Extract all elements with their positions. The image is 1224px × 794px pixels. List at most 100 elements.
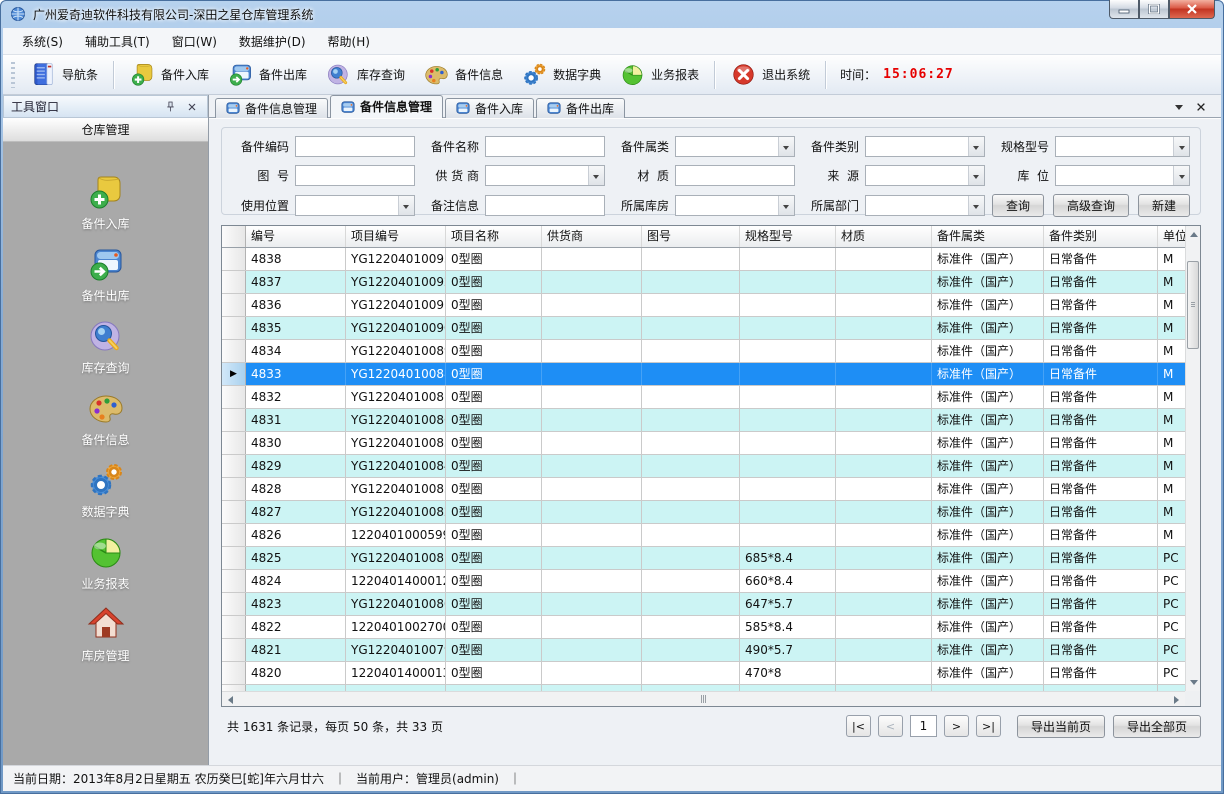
table-row[interactable]: 482612204010005990型圈标准件（国产）日常备件M [222,524,1185,547]
row-selector[interactable] [222,340,246,362]
previous-page-button[interactable]: < [878,715,903,737]
minimize-button[interactable] [1109,0,1139,19]
toolbar-button-exit-system[interactable]: 退出系统 [721,58,819,91]
chevron-down-icon[interactable] [1173,137,1189,156]
row-selector[interactable] [222,501,246,523]
menu-item-aux-tools[interactable]: 辅助工具(T) [74,28,161,55]
sidebar-close-button[interactable] [184,99,200,115]
sidebar-item-warehouse-management[interactable]: 库房管理 [41,604,171,664]
table-row[interactable]: 4821YG122040100790型圈490*5.7标准件（国产）日常备件PC [222,639,1185,662]
toolbar-button-stock-out[interactable]: 备件出库 [218,58,316,91]
advanced-query-button[interactable]: 高级查询 [1053,194,1129,217]
column-header[interactable]: 规格型号 [740,226,836,247]
export-all-pages-button[interactable]: 导出全部页 [1113,715,1201,738]
row-selector[interactable] [222,317,246,339]
tab-close-icon[interactable] [1195,101,1207,113]
toolbar-button-data-dictionary[interactable]: 数据字典 [512,58,610,91]
row-selector[interactable] [222,294,246,316]
next-page-button[interactable]: > [944,715,969,737]
row-selector[interactable] [222,386,246,408]
export-current-page-button[interactable]: 导出当前页 [1017,715,1105,738]
sidebar-group-header[interactable]: 仓库管理 [3,118,208,142]
table-row[interactable]: 482212204010027000型圈585*8.4标准件（国产）日常备件PC [222,616,1185,639]
row-selector[interactable] [222,271,246,293]
sidebar-item-stock-in[interactable]: 备件入库 [41,172,171,232]
part-name-input[interactable] [485,136,605,157]
menu-item-data-maintenance[interactable]: 数据维护(D) [228,28,317,55]
row-selector[interactable] [222,662,246,684]
column-header[interactable]: 供货商 [542,226,642,247]
sidebar-item-business-report[interactable]: 业务报表 [41,532,171,592]
table-row[interactable]: 4834YG122040100890型圈标准件（国产）日常备件M [222,340,1185,363]
toolbar-button-parts-info[interactable]: 备件信息 [414,58,512,91]
part-code-input[interactable] [295,136,415,157]
column-header[interactable]: 编号 [246,226,346,247]
table-row[interactable]: 4828YG122040100830型圈标准件（国产）日常备件M [222,478,1185,501]
table-row[interactable]: ▶4833YG122040100880型圈标准件（国产）日常备件M [222,363,1185,386]
scroll-right-button[interactable] [1170,692,1185,707]
maximize-button[interactable] [1139,0,1169,19]
part-class-combobox[interactable] [865,136,985,157]
query-button[interactable]: 查询 [992,194,1044,217]
menu-item-system[interactable]: 系统(S) [11,28,74,55]
table-row[interactable]: 4832YG122040100870型圈标准件（国产）日常备件M [222,386,1185,409]
table-row[interactable]: 4827YG122040100820型圈标准件（国产）日常备件M [222,501,1185,524]
table-row[interactable]: 4829YG122040100840型圈标准件（国产）日常备件M [222,455,1185,478]
sidebar-item-parts-info[interactable]: 备件信息 [41,388,171,448]
column-header[interactable]: 项目编号 [346,226,446,247]
row-selector[interactable] [222,570,246,592]
close-button[interactable] [1169,0,1215,19]
column-header[interactable]: 单位 [1158,226,1185,247]
row-selector[interactable] [222,524,246,546]
toolbar-button-inventory-search[interactable]: 库存查询 [316,58,414,91]
supplier-combobox[interactable] [485,165,605,186]
table-row[interactable]: 4835YG122040100900型圈标准件（国产）日常备件M [222,317,1185,340]
menu-item-help[interactable]: 帮助(H) [317,28,381,55]
toolbar-button-business-report[interactable]: 业务报表 [610,58,708,91]
table-row[interactable]: 4836YG122040100910型圈标准件（国产）日常备件M [222,294,1185,317]
scroll-up-button[interactable] [1186,226,1201,241]
chevron-down-icon[interactable] [778,196,794,215]
vertical-scroll-track[interactable] [1186,241,1200,676]
tab-stock-in[interactable]: 备件入库 [445,98,534,118]
usage-position-combobox[interactable] [295,195,415,216]
table-row[interactable]: 4838YG122040100930型圈标准件（国产）日常备件M [222,248,1185,271]
first-page-button[interactable]: |< [846,715,871,737]
tab-parts-info-mgmt-1[interactable]: 备件信息管理 [215,98,328,118]
row-selector[interactable] [222,455,246,477]
table-row[interactable]: 4825YG122040100810型圈685*8.4标准件（国产）日常备件PC [222,547,1185,570]
table-row[interactable]: 482012204014000130型圈470*8标准件（国产）日常备件PC [222,662,1185,685]
row-selector[interactable] [222,432,246,454]
column-header[interactable]: 备件属类 [932,226,1044,247]
table-row[interactable]: 4823YG122040100800型圈647*5.7标准件（国产）日常备件PC [222,593,1185,616]
tab-list-dropdown-icon[interactable] [1175,105,1183,114]
row-selector[interactable] [222,248,246,270]
table-row[interactable]: 4830YG122040100850型圈标准件（国产）日常备件M [222,432,1185,455]
pin-button[interactable] [162,99,178,115]
row-selector[interactable] [222,547,246,569]
scroll-down-button[interactable] [1186,676,1201,691]
column-header[interactable]: 图号 [642,226,740,247]
chevron-down-icon[interactable] [968,196,984,215]
column-header[interactable]: 材质 [836,226,932,247]
table-row[interactable]: 4831YG122040100860型圈标准件（国产）日常备件M [222,409,1185,432]
vertical-scroll-thumb[interactable] [1187,261,1199,349]
chevron-down-icon[interactable] [1173,166,1189,185]
spec-model-combobox[interactable] [1055,136,1190,157]
row-selector[interactable] [222,639,246,661]
row-selector[interactable]: ▶ [222,363,246,385]
tab-stock-out[interactable]: 备件出库 [536,98,625,118]
department-combobox[interactable] [865,195,985,216]
location-combobox[interactable] [1055,165,1190,186]
table-row[interactable]: 4837YG122040100920型圈标准件（国产）日常备件M [222,271,1185,294]
drawing-no-input[interactable] [295,165,415,186]
warehouse-combobox[interactable] [675,195,795,216]
chevron-down-icon[interactable] [398,196,414,215]
toolbar-button-nav-bar[interactable]: 导航条 [21,58,107,91]
source-combobox[interactable] [865,165,985,186]
horizontal-scrollbar[interactable] [222,691,1185,706]
sidebar-item-stock-out[interactable]: 备件出库 [41,244,171,304]
toolbar-button-stock-in[interactable]: 备件入库 [120,58,218,91]
sidebar-item-data-dictionary[interactable]: 数据字典 [41,460,171,520]
toolbar-grip[interactable] [11,62,15,88]
